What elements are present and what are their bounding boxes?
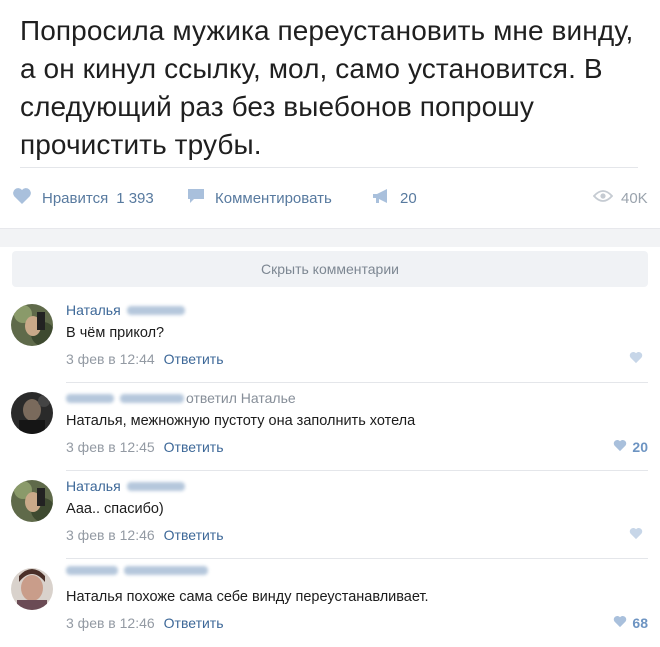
comment-like-button[interactable] — [629, 527, 648, 543]
reply-button[interactable]: Ответить — [164, 527, 224, 543]
comment-like-button[interactable]: 68 — [613, 615, 648, 631]
comment-time[interactable]: 3 фев в 12:44 — [66, 351, 155, 367]
redacted-surname — [126, 481, 185, 491]
avatar[interactable] — [11, 304, 53, 346]
comment-meta: 3 фев в 12:46 Ответить — [66, 527, 224, 543]
reply-to-label[interactable]: ответил Наталье — [186, 390, 296, 406]
reply-button[interactable]: Ответить — [164, 439, 224, 455]
avatar[interactable] — [11, 480, 53, 522]
heart-icon — [613, 615, 627, 631]
post-text: Попросила мужика переустановить мне винд… — [20, 15, 634, 160]
comment-like-count: 68 — [632, 615, 648, 631]
heart-icon — [12, 187, 32, 209]
heart-icon — [629, 351, 643, 367]
redacted-surname — [120, 393, 184, 403]
comment-author[interactable]: Наталья — [66, 478, 185, 494]
comment-time[interactable]: 3 фев в 12:45 — [66, 439, 155, 455]
comment-author[interactable]: Наталья — [66, 302, 185, 318]
comment-author[interactable]: ответил Наталье — [66, 390, 296, 406]
post-actions-bar: Нравится 1 393 Комментировать 20 40K — [0, 183, 660, 213]
author-name: Наталья — [66, 302, 121, 318]
comment-item: Наталья В чём прикол? 3 фев в 12:44 Отве… — [0, 295, 660, 383]
comment-text: Наталья похоже сама себе винду переустан… — [66, 589, 429, 605]
section-separator — [0, 228, 660, 247]
megaphone-icon — [372, 187, 390, 209]
reply-button[interactable]: Ответить — [164, 615, 224, 631]
comment-time[interactable]: 3 фев в 12:46 — [66, 527, 155, 543]
heart-icon — [629, 527, 643, 543]
comment-button[interactable]: Комментировать — [187, 183, 332, 213]
comment-icon — [187, 188, 205, 208]
like-label: Нравится — [42, 189, 109, 207]
views-count: 40K — [621, 189, 648, 207]
redacted-surname — [126, 305, 185, 315]
eye-icon — [592, 189, 614, 207]
avatar[interactable] — [11, 568, 53, 610]
author-name: Наталья — [66, 478, 121, 494]
comment-time[interactable]: 3 фев в 12:46 — [66, 615, 155, 631]
like-count: 1 393 — [116, 189, 154, 207]
views-counter: 40K — [592, 183, 648, 213]
redacted-first-name — [66, 393, 114, 403]
post-divider — [20, 167, 638, 168]
comment-item: ответил Наталье Наталья, межножную пусто… — [0, 383, 660, 471]
comment-item: Наталья Ааа.. спасибо) 3 фев в 12:46 Отв… — [0, 471, 660, 559]
hide-comments-button[interactable]: Скрыть комментарии — [12, 251, 648, 287]
share-button[interactable]: 20 — [372, 183, 417, 213]
redacted-first-name — [66, 566, 118, 575]
comment-like-count: 20 — [632, 439, 648, 455]
comment-like-button[interactable] — [629, 351, 648, 367]
comment-meta: 3 фев в 12:44 Ответить — [66, 351, 224, 367]
like-button[interactable]: Нравится 1 393 — [12, 183, 154, 213]
redacted-surname — [124, 566, 208, 575]
reply-button[interactable]: Ответить — [164, 351, 224, 367]
comment-text: Наталья, межножную пустоту она заполнить… — [66, 413, 416, 429]
avatar[interactable] — [11, 392, 53, 434]
comment-author[interactable] — [66, 566, 208, 575]
comment-text: Ааа.. спасибо) — [66, 501, 164, 517]
comment-meta: 3 фев в 12:45 Ответить — [66, 439, 224, 455]
share-count: 20 — [400, 189, 417, 207]
comment-like-button[interactable]: 20 — [613, 439, 648, 455]
heart-icon — [613, 439, 627, 455]
comment-meta: 3 фев в 12:46 Ответить — [66, 615, 224, 631]
comment-label: Комментировать — [215, 189, 332, 207]
comment-text: В чём прикол? — [66, 325, 165, 341]
